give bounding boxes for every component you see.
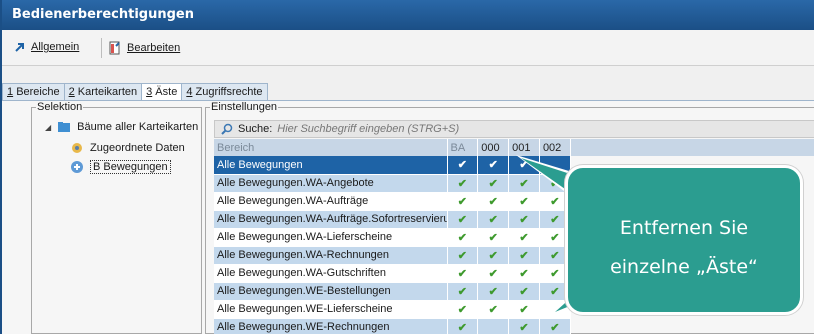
tree-folder-icon <box>58 122 71 132</box>
column-header-000[interactable]: 000 <box>477 139 510 156</box>
search-bar: Suche: <box>214 120 814 138</box>
check-cell[interactable]: ✔ <box>508 174 540 193</box>
check-cell[interactable]: ✔ <box>508 246 540 265</box>
check-cell[interactable]: ✔ <box>508 192 540 211</box>
check-cell[interactable]: ✔ <box>447 264 479 283</box>
window-title: Bedienerberechtigungen <box>2 0 814 30</box>
tree-node-label: B Bewegungen <box>90 160 171 174</box>
tab-aeste[interactable]: 3 Äste <box>141 83 183 101</box>
column-header-001[interactable]: 001 <box>508 139 540 156</box>
tab-label: Bereiche <box>16 86 60 98</box>
table-header-row: Bereich BA 000 001 002 <box>214 139 814 156</box>
toolbar: Allgemein Bearbeiten <box>2 30 814 66</box>
callout-bubble: Entfernen Sie einzelne „Äste“ <box>565 165 803 315</box>
check-cell[interactable]: ✔ <box>477 192 510 211</box>
check-cell[interactable]: ✔ <box>477 300 510 319</box>
general-button[interactable]: Allgemein <box>14 41 79 53</box>
edit-document-icon <box>109 41 120 55</box>
area-cell[interactable]: Alle Bewegungen.WA-Lieferscheine <box>214 228 448 247</box>
row-filler <box>570 318 814 334</box>
check-cell[interactable]: ✔ <box>508 228 540 247</box>
check-cell[interactable]: ✔ <box>477 156 510 175</box>
page: Bedienerberechtigungen Allgemein Bearbei… <box>0 0 814 334</box>
area-cell[interactable]: Alle Bewegungen.WA-Aufträge <box>214 192 448 211</box>
area-cell[interactable]: Alle Bewegungen <box>214 156 448 175</box>
check-cell[interactable]: ✔ <box>477 228 510 247</box>
check-cell[interactable]: ✔ <box>477 246 510 265</box>
expand-triangle-icon[interactable]: ◢ <box>45 123 51 132</box>
check-cell[interactable]: ✔ <box>539 318 571 334</box>
callout-line-1: Entfernen Sie <box>619 217 749 239</box>
tab-number: 4 <box>186 86 193 98</box>
edit-button-label: Bearbeiten <box>127 42 181 54</box>
check-cell[interactable] <box>539 156 571 175</box>
check-cell[interactable]: ✔ <box>508 210 540 229</box>
check-cell[interactable]: ✔ <box>477 174 510 193</box>
callout-line-2: einzelne „Äste“ <box>610 256 758 278</box>
table-row[interactable]: Alle Bewegungen.WE-Rechnungen ✔ ✔ ✔ <box>214 318 814 334</box>
tab-number: 1 <box>7 86 14 98</box>
check-cell[interactable]: ✔ <box>447 228 479 247</box>
check-cell[interactable]: ✔ <box>447 210 479 229</box>
area-cell[interactable]: Alle Bewegungen.WA-Angebote <box>214 174 448 193</box>
check-cell[interactable]: ✔ <box>508 264 540 283</box>
area-cell[interactable]: Alle Bewegungen.WA-Gutschriften <box>214 264 448 283</box>
tab-zugriffsrechte[interactable]: 4 Zugriffsrechte <box>181 83 268 100</box>
check-cell[interactable]: ✔ <box>508 282 540 301</box>
edit-button[interactable]: Bearbeiten <box>108 41 180 55</box>
area-cell[interactable]: Alle Bewegungen.WE-Rechnungen <box>214 318 448 334</box>
search-input[interactable] <box>277 123 658 135</box>
check-cell[interactable]: ✔ <box>447 246 479 265</box>
tree-node-all-trees[interactable]: ◢ Bäume aller Karteikarten <box>45 121 198 133</box>
column-header-filler <box>570 139 814 156</box>
search-icon <box>221 123 233 135</box>
area-cell[interactable]: Alle Bewegungen.WA-Aufträge.Sofortreserv… <box>214 210 448 229</box>
tree-node-assigned-data[interactable]: Zugeordnete Daten <box>70 141 185 155</box>
tree-node-label: Bäume aller Karteikarten <box>77 121 199 133</box>
tab-label: Äste <box>155 86 178 98</box>
tab-number: 2 <box>68 86 75 98</box>
area-cell[interactable]: Alle Bewegungen.WE-Lieferscheine <box>214 300 448 319</box>
tab-label: Karteikarten <box>77 86 138 98</box>
tab-strip: 1 Bereiche 2 Karteikarten 3 Äste 4 Zugri… <box>2 83 268 101</box>
tab-label: Zugriffsrechte <box>195 86 263 98</box>
movements-icon <box>71 161 83 173</box>
toolbar-separator <box>101 38 102 58</box>
check-cell[interactable]: ✔ <box>508 300 540 319</box>
general-button-label: Allgemein <box>31 41 80 53</box>
arrow-up-right-icon <box>15 43 24 52</box>
column-header-ba[interactable]: BA <box>447 139 479 156</box>
tree-node-movements[interactable]: B Bewegungen <box>70 160 171 174</box>
column-header-area[interactable]: Bereich <box>214 139 448 156</box>
check-cell[interactable] <box>477 318 510 334</box>
check-cell[interactable]: ✔ <box>477 282 510 301</box>
check-cell[interactable]: ✔ <box>447 192 479 211</box>
check-cell[interactable]: ✔ <box>447 156 479 175</box>
check-cell[interactable]: ✔ <box>447 318 479 334</box>
permissions-window: Bedienerberechtigungen Allgemein Bearbei… <box>0 0 814 334</box>
settings-group-title: Einstellungen <box>210 101 279 113</box>
area-cell[interactable]: Alle Bewegungen.WA-Rechnungen <box>214 246 448 265</box>
check-cell[interactable]: ✔ <box>477 264 510 283</box>
check-cell[interactable]: ✔ <box>477 210 510 229</box>
tab-bereiche[interactable]: 1 Bereiche <box>2 83 65 100</box>
check-cell[interactable]: ✔ <box>447 300 479 319</box>
tree-node-label: Zugeordnete Daten <box>90 142 185 154</box>
check-cell[interactable]: ✔ <box>447 282 479 301</box>
tab-number: 3 <box>146 86 153 98</box>
check-cell[interactable]: ✔ <box>447 174 479 193</box>
assigned-data-icon <box>72 143 82 153</box>
check-cell[interactable]: ✔ <box>508 156 540 175</box>
selection-group-title: Selektion <box>36 101 84 113</box>
check-cell[interactable]: ✔ <box>508 318 540 334</box>
column-header-002[interactable]: 002 <box>539 139 571 156</box>
search-label: Suche: <box>238 123 273 135</box>
area-cell[interactable]: Alle Bewegungen.WE-Bestellungen <box>214 282 448 301</box>
tab-karteikarten[interactable]: 2 Karteikarten <box>63 83 143 100</box>
